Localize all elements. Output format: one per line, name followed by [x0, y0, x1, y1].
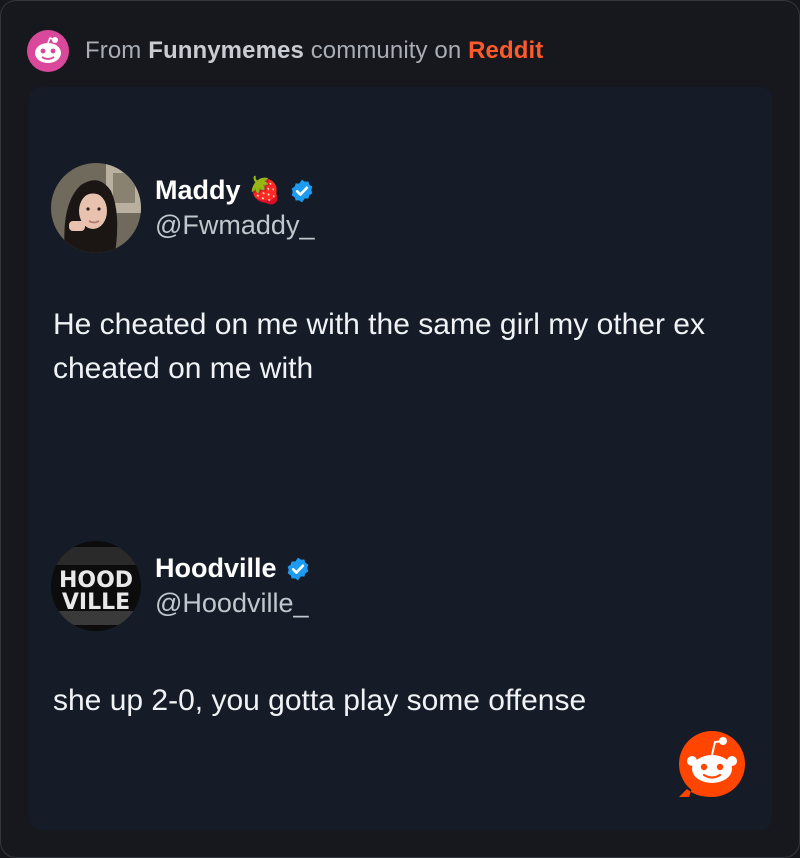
handle[interactable]: @Fwmaddy_ — [155, 210, 315, 241]
tweet-text-hoodville: she up 2-0, you gotta play some offense — [53, 684, 587, 717]
reddit-logo-icon — [679, 731, 745, 797]
reddit-snoo-icon — [35, 36, 61, 63]
display-name[interactable]: Hoodville — [155, 553, 277, 584]
tweet-header-maddy: Maddy 🍓 @Fwmaddy_ — [51, 163, 315, 253]
display-name[interactable]: Maddy — [155, 175, 241, 206]
strawberry-emoji-icon: 🍓 — [248, 175, 281, 205]
avatar-text-2: VILLE — [62, 590, 130, 615]
source-middle: community on — [310, 37, 462, 64]
tweet-text-maddy: He cheated on me with the same girl my o… — [53, 308, 705, 385]
avatar-photo — [51, 163, 141, 253]
platform-link[interactable]: Reddit — [468, 37, 543, 64]
community-link[interactable]: Funnymemes — [148, 37, 304, 64]
community-icon[interactable] — [27, 30, 69, 72]
reddit-embed-frame: From Funnymemes community on Reddit Madd… — [0, 0, 800, 858]
avatar-hoodville[interactable]: HOOD VILLE — [51, 541, 141, 631]
hoodville-logo-avatar: HOOD VILLE — [51, 541, 141, 631]
meme-card: Maddy 🍓 @Fwmaddy_ He cheated on me with … — [29, 87, 772, 830]
verified-badge-icon — [291, 179, 313, 202]
embed-source-text: From Funnymemes community on Reddit — [85, 37, 543, 65]
verified-badge-icon — [287, 557, 308, 580]
handle[interactable]: @Hoodville_ — [155, 588, 311, 619]
tweet-header-hoodville: HOOD VILLE Hoodville @Hoodville_ — [51, 541, 311, 631]
source-prefix: From — [85, 37, 142, 64]
embed-header: From Funnymemes community on Reddit — [27, 29, 543, 73]
avatar-maddy[interactable] — [51, 163, 141, 253]
